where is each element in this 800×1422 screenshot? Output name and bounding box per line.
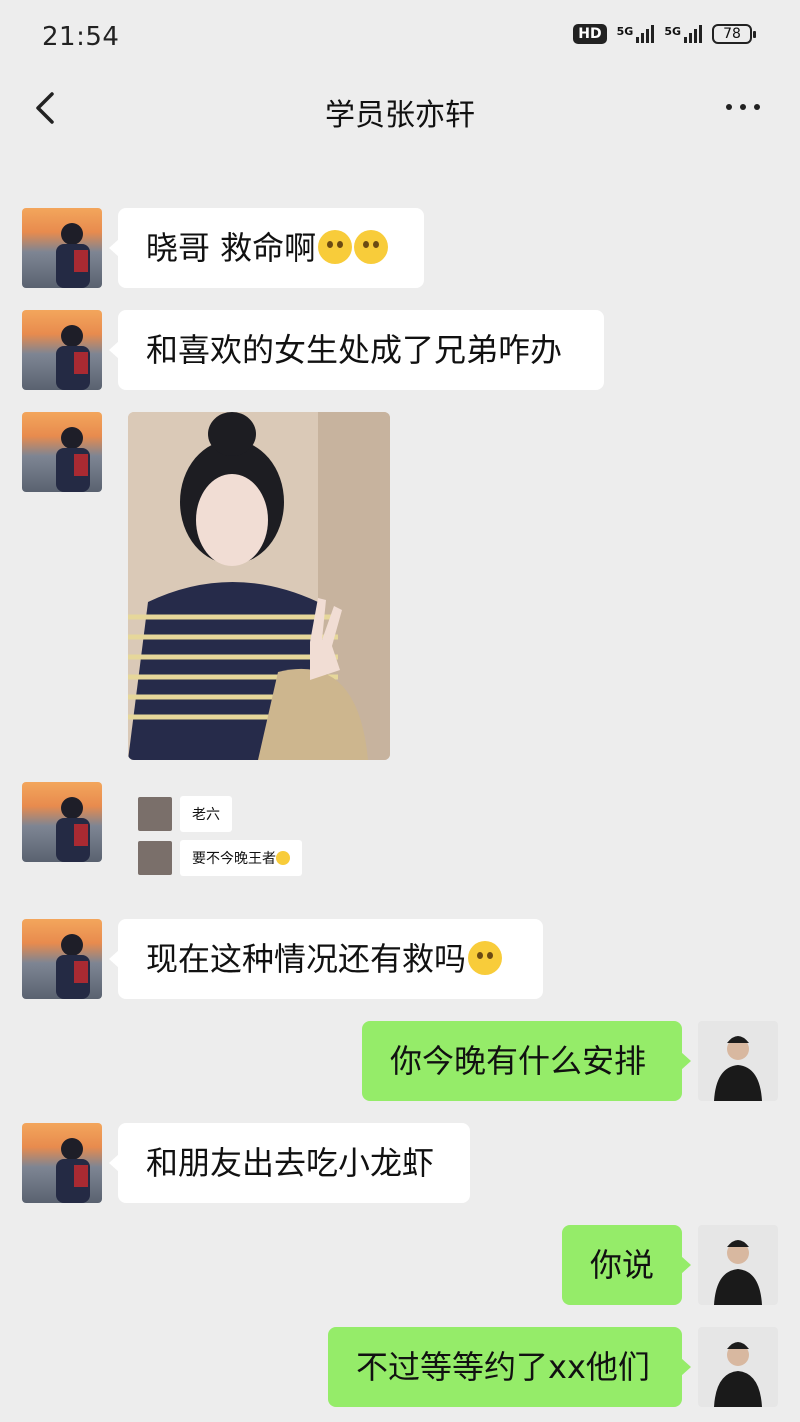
battery-icon: 78 xyxy=(712,24,756,44)
hd-icon: HD xyxy=(573,24,607,44)
contact-avatar[interactable] xyxy=(22,919,102,999)
contact-avatar[interactable] xyxy=(22,208,102,288)
message-bubble-incoming[interactable]: 现在这种情况还有救吗 xyxy=(109,919,543,999)
mini-avatar xyxy=(138,841,172,875)
contact-avatar[interactable] xyxy=(22,412,102,492)
contact-avatar[interactable] xyxy=(22,782,102,862)
mini-avatar xyxy=(138,797,172,831)
chat-title: 学员张亦轩 xyxy=(325,98,475,133)
message-bubble-incoming[interactable]: 晓哥 救命啊 xyxy=(109,208,424,288)
signal-icon: 5G xyxy=(617,25,655,43)
mini-bubble: 要不今晚王者 xyxy=(180,840,302,876)
more-options-icon[interactable] xyxy=(726,104,760,110)
image-message[interactable] xyxy=(128,412,390,760)
mini-bubble: 老六 xyxy=(180,796,232,832)
message-bubble-incoming[interactable]: 和喜欢的女生处成了兄弟咋办 xyxy=(109,310,604,390)
message-bubble-outgoing[interactable]: 你说 xyxy=(562,1225,691,1305)
status-time: 21:54 xyxy=(42,22,120,52)
signal-icon-2: 5G xyxy=(664,25,702,43)
contact-avatar[interactable] xyxy=(22,310,102,390)
status-bar: 21:54 HD 5G 5G 78 xyxy=(0,0,800,76)
photo-girl-peace-sign xyxy=(128,412,390,760)
contact-avatar[interactable] xyxy=(22,1123,102,1203)
chat-header: 学员张亦轩 xyxy=(0,76,800,142)
screenshot-chat-row[interactable]: 要不今晚王者 xyxy=(138,840,302,876)
crying-face-emoji xyxy=(318,230,353,264)
my-avatar[interactable] xyxy=(698,1327,778,1407)
message-bubble-incoming[interactable]: 和朋友出去吃小龙虾 xyxy=(109,1123,470,1203)
message-bubble-outgoing[interactable]: 你今晚有什么安排 xyxy=(362,1021,691,1101)
screenshot-chat-row[interactable]: 老六 xyxy=(138,796,232,832)
crying-face-emoji xyxy=(354,230,389,264)
my-avatar[interactable] xyxy=(698,1021,778,1101)
tongue-face-emoji xyxy=(276,851,290,865)
message-bubble-outgoing[interactable]: 不过等等约了xx他们 xyxy=(328,1327,691,1407)
crying-face-emoji xyxy=(468,941,503,975)
status-icons: HD 5G 5G 78 xyxy=(573,24,756,44)
my-avatar[interactable] xyxy=(698,1225,778,1305)
